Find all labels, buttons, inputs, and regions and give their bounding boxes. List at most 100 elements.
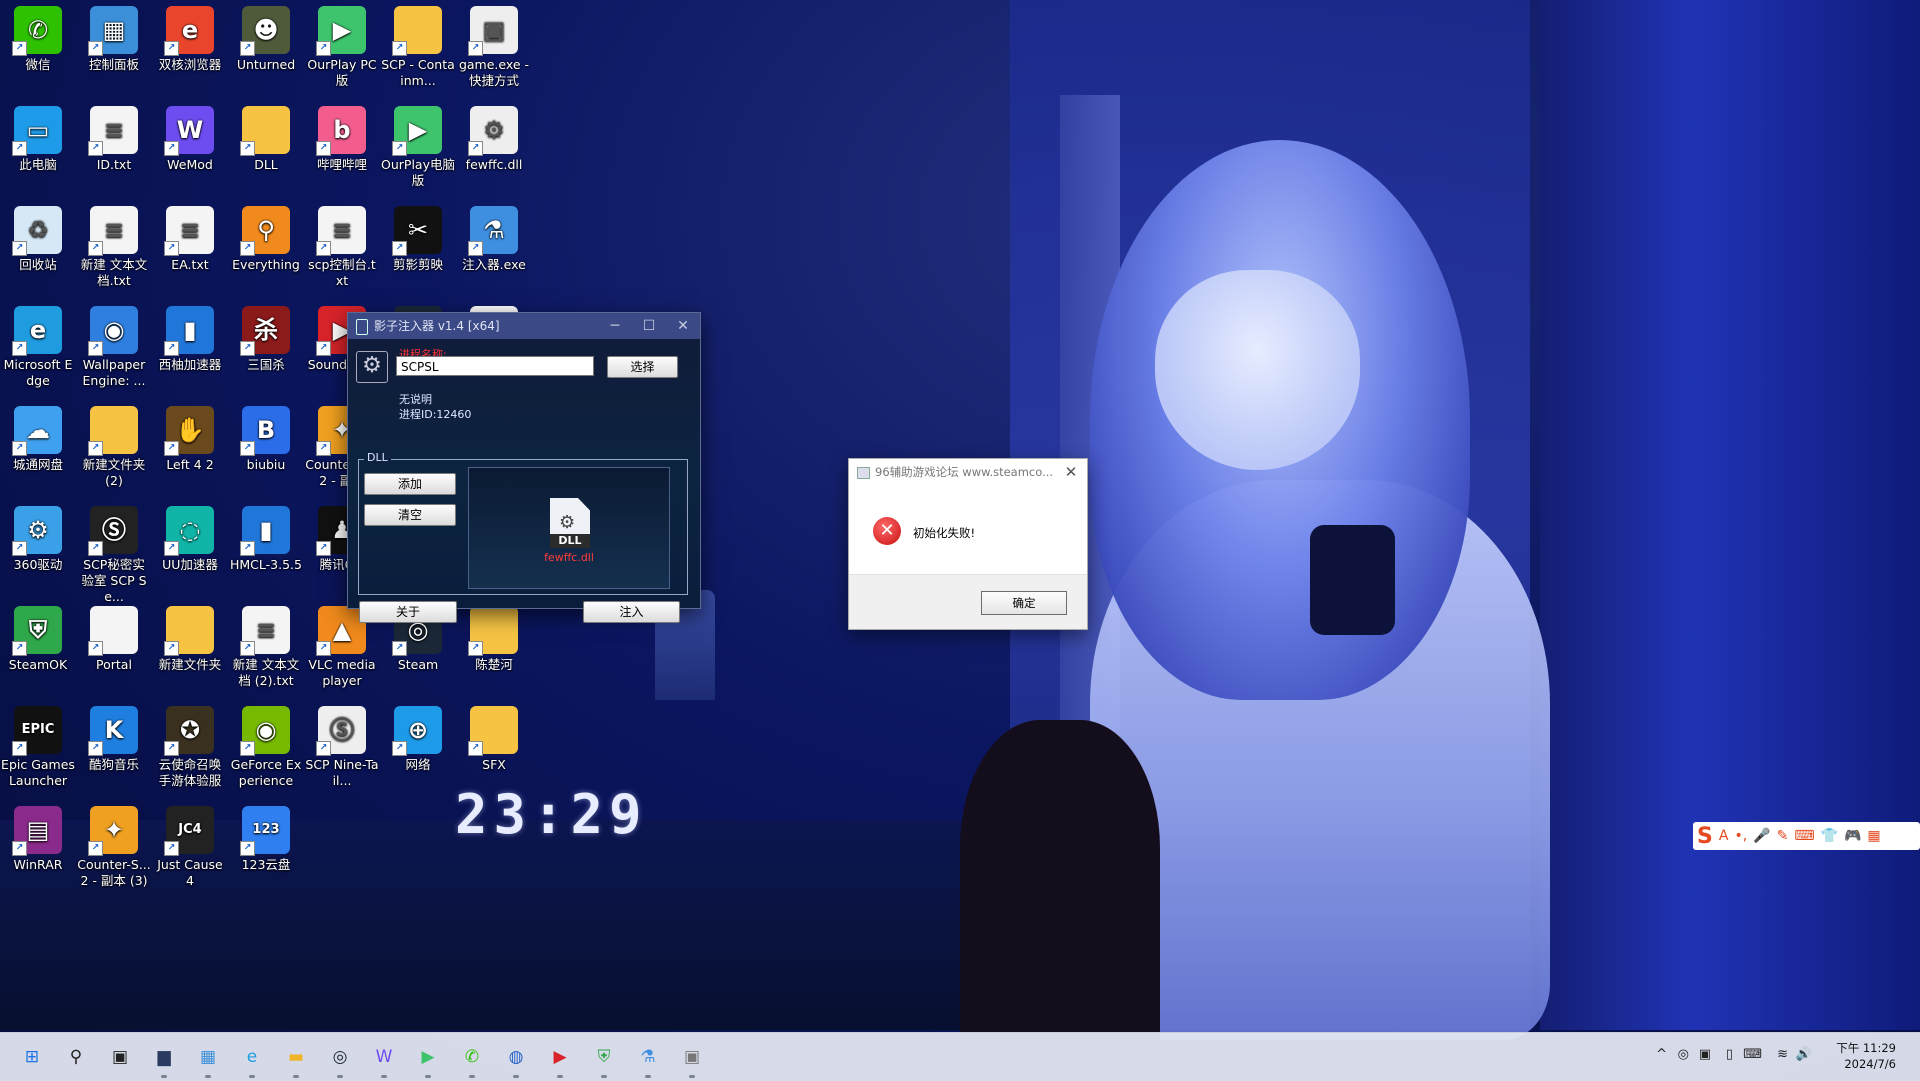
ime-skin-icon[interactable]: 👕 (1821, 828, 1838, 844)
desktop-icon[interactable]: ⚲ ↗ Everything (228, 200, 304, 273)
about-button[interactable]: 关于 (359, 601, 457, 623)
edge-icon[interactable]: e (236, 1041, 268, 1078)
wifi-icon[interactable]: ≋ (1777, 1047, 1788, 1062)
taskbar-clock[interactable]: 下午 11:29 2024/7/6 (1836, 1040, 1896, 1072)
desktop-icon[interactable]: ≡ ↗ 新建 文本文档 (2).txt (228, 600, 304, 689)
desktop-icon[interactable]: ▣ ↗ game.exe - 快捷方式 (456, 0, 532, 89)
maximize-button[interactable]: ☐ (632, 313, 666, 339)
minimize-button[interactable]: ─ (598, 313, 632, 339)
ok-button[interactable]: 确定 (981, 591, 1067, 615)
ime-keyboard-icon[interactable]: ⌨ (1794, 828, 1814, 844)
control-panel-icon[interactable]: ▦ (192, 1041, 224, 1078)
close-button[interactable]: ✕ (1061, 459, 1081, 486)
dll-file-icon[interactable]: ⚙ DLL (550, 498, 590, 548)
desktop-icon[interactable]: ✦ ↗ Counter-S... 2 - 副本 (3) (76, 800, 152, 889)
desktop-icon[interactable]: K ↗ 酷狗音乐 (76, 700, 152, 773)
ime-toolbar[interactable]: S A •, 🎤 ✎ ⌨ 👕 🎮 ▦ (1693, 822, 1920, 850)
ime-voice-icon[interactable]: 🎤 (1753, 828, 1770, 844)
file-explorer-icon[interactable]: ▬ (280, 1041, 312, 1078)
app-tray-icon[interactable]: ▣ (1699, 1047, 1711, 1062)
process-name-input[interactable]: SCPSL (396, 356, 594, 376)
desktop-icon[interactable]: ✂ ↗ 剪影剪映 (380, 200, 456, 273)
add-dll-button[interactable]: 添加 (364, 473, 456, 495)
desktop-icon[interactable]: ≡ ↗ ID.txt (76, 100, 152, 173)
app-icon[interactable]: ◍ (500, 1041, 532, 1078)
desktop-icon[interactable]: ▤ ↗ WinRAR (0, 800, 76, 873)
desktop-icon[interactable]: ↗ DLL (228, 100, 304, 173)
steam-tray-icon[interactable]: ◎ (1678, 1047, 1689, 1062)
app-icon[interactable]: ▆ (148, 1041, 180, 1078)
desktop-icon[interactable]: B ↗ biubiu (228, 400, 304, 473)
shortcut-arrow-icon: ↗ (88, 641, 103, 656)
injector-icon[interactable]: ⚗ (632, 1041, 664, 1078)
desktop-icon[interactable]: Ⓢ ↗ SCP秘密实验室 SCP Se... (76, 500, 152, 605)
start-icon[interactable]: ⊞ (16, 1041, 48, 1073)
desktop-icon[interactable]: e ↗ Microsoft Edge (0, 300, 76, 389)
desktop-icon[interactable]: ≡ ↗ 新建 文本文档.txt (76, 200, 152, 289)
sogou-logo-icon[interactable]: S (1697, 824, 1713, 849)
desktop-icon[interactable]: ⊕ ↗ 网络 (380, 700, 456, 773)
desktop-icon[interactable]: ▶ ↗ OurPlay电脑版 (380, 100, 456, 189)
usb-tray-icon[interactable]: ▯ (1726, 1047, 1733, 1062)
desktop-icon[interactable]: ☻ ↗ Unturned (228, 0, 304, 73)
ime-handwrite-icon[interactable]: ✎ (1777, 828, 1789, 844)
desktop-icon[interactable]: ◉ ↗ Wallpaper Engine: ... (76, 300, 152, 389)
ime-menu-icon[interactable]: ▦ (1867, 828, 1880, 844)
desktop-icon[interactable]: ↗ Portal (76, 600, 152, 673)
desktop-icon[interactable]: ▭ ↗ 此电脑 (0, 100, 76, 173)
desktop-icon[interactable]: ≡ ↗ EA.txt (152, 200, 228, 273)
desktop-icon[interactable]: ☁ ↗ 城通网盘 (0, 400, 76, 473)
desktop-icon[interactable]: e ↗ 双核浏览器 (152, 0, 228, 73)
desktop-icon[interactable]: b ↗ 哔哩哔哩 (304, 100, 380, 173)
desktop-icon[interactable]: 杀 ↗ 三国杀 (228, 300, 304, 373)
wemod-icon[interactable]: W (368, 1041, 400, 1078)
steamok-icon[interactable]: ⛨ (588, 1041, 620, 1078)
desktop-icon[interactable]: ✪ ↗ 云使命召唤手游体验服 (152, 700, 228, 789)
dll-list[interactable]: ⚙ DLL fewffc.dll (468, 467, 670, 589)
error-dialog-titlebar[interactable]: 96辅助游戏论坛 www.steamco... ✕ (849, 459, 1087, 486)
desktop-icon[interactable]: ◌ ↗ UU加速器 (152, 500, 228, 573)
desktop-icon[interactable]: ⚙ ↗ 360驱动 (0, 500, 76, 573)
desktop-icon[interactable]: ✆ ↗ 微信 (0, 0, 76, 73)
ime-punct-icon[interactable]: •, (1734, 828, 1747, 844)
injector-titlebar[interactable]: 影子注入器 v1.4 [x64] ─ ☐ ✕ (348, 313, 700, 339)
show-hidden-icons-icon[interactable]: ^ (1656, 1047, 1667, 1062)
ime-mode-icon[interactable]: A (1719, 828, 1729, 844)
ime-game-icon[interactable]: 🎮 (1844, 828, 1861, 844)
desktop-icon[interactable]: ⛨ ↗ SteamOK (0, 600, 76, 673)
clear-dll-button[interactable]: 清空 (364, 504, 456, 526)
ourplay-icon[interactable]: ▶ (412, 1041, 444, 1078)
uu-accelerator-icon: ◌ ↗ (164, 506, 214, 556)
desktop-icon[interactable]: JC4 ↗ Just Cause 4 (152, 800, 228, 889)
desktop-icon[interactable]: ▦ ↗ 控制面板 (76, 0, 152, 73)
desktop-icon[interactable]: ↗ SFX (456, 700, 532, 773)
desktop-icon[interactable]: ⚗ ↗ 注入器.exe (456, 200, 532, 273)
volume-icon[interactable]: 🔊 (1796, 1047, 1812, 1062)
steam-icon[interactable]: ◎ (324, 1041, 356, 1078)
desktop-icon[interactable]: ↗ 新建文件夹 (2) (76, 400, 152, 489)
app-icon[interactable]: ▣ (676, 1041, 708, 1078)
desktop-icon[interactable]: ▶ ↗ OurPlay PC版 (304, 0, 380, 89)
desktop-icon[interactable]: ▮ ↗ 西柚加速器 (152, 300, 228, 373)
desktop-icon[interactable]: 123 ↗ 123云盘 (228, 800, 304, 873)
desktop-icon[interactable]: ▮ ↗ HMCL-3.5.5 (228, 500, 304, 573)
desktop-icon[interactable]: ↗ 陈楚河 (456, 600, 532, 673)
media-icon[interactable]: ▶ (544, 1041, 576, 1078)
close-button[interactable]: ✕ (666, 313, 700, 339)
desktop-icon[interactable]: ◉ ↗ GeForce Experience (228, 700, 304, 789)
search-icon[interactable]: ⚲ (60, 1041, 92, 1073)
desktop-icon[interactable]: ↗ 新建文件夹 (152, 600, 228, 673)
desktop-icon[interactable]: ≡ ↗ scp控制台.txt (304, 200, 380, 289)
desktop-icon[interactable]: ⚙ ↗ fewffc.dll (456, 100, 532, 173)
task-view-icon[interactable]: ▣ (104, 1041, 136, 1073)
desktop-icon[interactable]: Ⓢ ↗ SCP Nine-Tail... (304, 700, 380, 789)
desktop-icon[interactable]: ✋ ↗ Left 4 2 (152, 400, 228, 473)
keyboard-tray-icon[interactable]: ⌨ (1743, 1047, 1762, 1062)
desktop-icon[interactable]: W ↗ WeMod (152, 100, 228, 173)
select-process-button[interactable]: 选择 (607, 356, 678, 378)
inject-button[interactable]: 注入 (583, 601, 680, 623)
desktop-icon[interactable]: ♻ ↗ 回收站 (0, 200, 76, 273)
wechat-icon[interactable]: ✆ (456, 1041, 488, 1078)
desktop-icon[interactable]: EPIC ↗ Epic Games Launcher (0, 700, 76, 789)
desktop-icon[interactable]: ↗ SCP - Containm... (380, 0, 456, 89)
